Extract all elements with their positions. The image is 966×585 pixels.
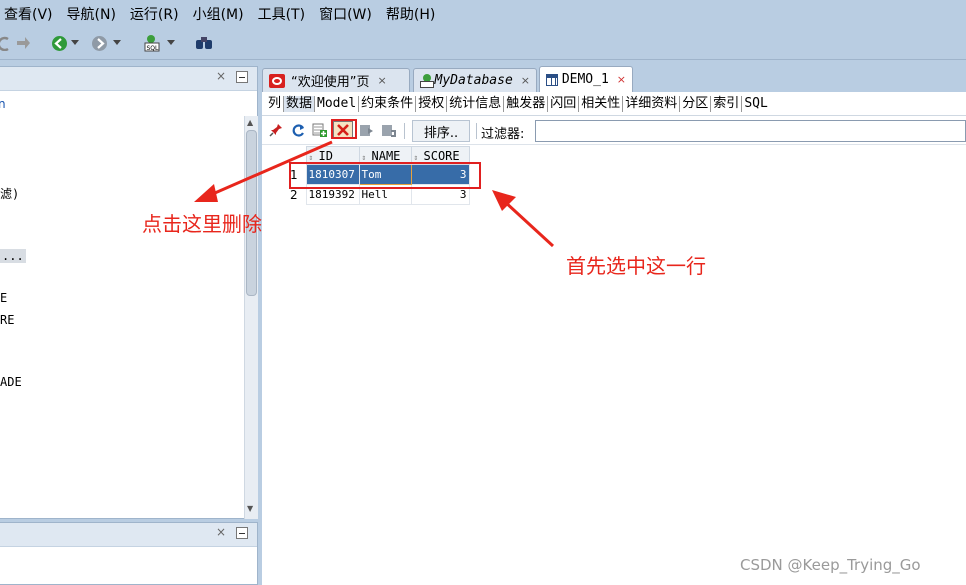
rollback-icon[interactable] bbox=[380, 122, 396, 138]
tab-mydatabase-label: MyDatabase bbox=[434, 73, 513, 88]
refresh-icon[interactable] bbox=[290, 122, 306, 138]
menu-run[interactable]: 运行(R) bbox=[130, 4, 179, 24]
back-icon[interactable] bbox=[50, 34, 68, 52]
sql-connection-icon bbox=[420, 73, 434, 88]
panel-header: × bbox=[0, 67, 257, 91]
filter-label: 过滤器: bbox=[481, 127, 525, 142]
tree-item-e[interactable]: E bbox=[0, 291, 7, 305]
panel-minimize-icon[interactable] bbox=[236, 71, 248, 83]
subtab-triggers[interactable]: 触发器 bbox=[504, 95, 549, 112]
menu-tools[interactable]: 工具(T) bbox=[258, 4, 305, 24]
sort-button[interactable]: 排序.. bbox=[412, 120, 470, 142]
csdn-watermark: CSDN @Keep_Trying_Go bbox=[740, 556, 921, 574]
delete-button-highlight-box bbox=[331, 119, 357, 139]
panel2-close-icon[interactable]: × bbox=[216, 525, 226, 539]
left-scrollbar[interactable]: ▲ ▼ bbox=[244, 116, 258, 519]
select-hint-annotation: 首先选中这一行 bbox=[566, 254, 706, 278]
subtab-flashback[interactable]: 闪回 bbox=[548, 95, 580, 112]
editor-area: “欢迎使用”页 × MyDatabase × DEMO_1 × 列 数据 Mod… bbox=[262, 60, 966, 585]
forward-icon[interactable] bbox=[90, 34, 108, 52]
menu-help[interactable]: 帮助(H) bbox=[386, 4, 435, 24]
subtab-indexes[interactable]: 索引 bbox=[711, 95, 743, 112]
tab-welcome-close-icon[interactable]: × bbox=[377, 74, 386, 87]
sort-arrows-icon: ⇕ bbox=[413, 152, 419, 162]
table-icon bbox=[546, 73, 558, 86]
delete-hint-annotation: 点击这里删除 bbox=[142, 212, 262, 236]
ide-window: 查看(V) 导航(N) 运行(R) 小组(M) 工具(T) 窗口(W) 帮助(H… bbox=[0, 0, 966, 585]
subtab-data[interactable]: 数据 bbox=[284, 95, 316, 112]
tree-item-filter[interactable]: 滤) bbox=[0, 185, 19, 202]
scroll-up-icon[interactable]: ▲ bbox=[247, 118, 253, 127]
subtab-statistics[interactable]: 统计信息 bbox=[447, 95, 505, 112]
subtab-grants[interactable]: 授权 bbox=[416, 95, 448, 112]
subtab-columns[interactable]: 列 bbox=[266, 95, 285, 112]
tree-item-ade[interactable]: ADE bbox=[0, 375, 22, 389]
subtab-details[interactable]: 详细资料 bbox=[623, 95, 681, 112]
tree-link[interactable]: n bbox=[0, 97, 6, 111]
undo-icon[interactable] bbox=[0, 34, 10, 52]
sql-dropdown-icon[interactable] bbox=[166, 38, 176, 48]
subtab-sql[interactable]: SQL bbox=[742, 96, 769, 112]
toolbar-divider bbox=[404, 123, 405, 139]
tree-item-re[interactable]: RE bbox=[0, 313, 14, 327]
panel-header-2: × bbox=[0, 523, 257, 547]
tab-welcome[interactable]: “欢迎使用”页 × bbox=[262, 68, 410, 92]
panel-close-icon[interactable]: × bbox=[216, 69, 226, 83]
panel2-minimize-icon[interactable] bbox=[236, 527, 248, 539]
subtab-partitions[interactable]: 分区 bbox=[680, 95, 712, 112]
toolbar-divider-2 bbox=[476, 123, 477, 139]
binoculars-icon[interactable] bbox=[194, 34, 214, 52]
svg-text:SQL: SQL bbox=[147, 45, 160, 52]
connections-panel: × n 滤) ... E RE ADE bbox=[0, 66, 258, 519]
menu-window[interactable]: 窗口(W) bbox=[319, 4, 372, 24]
back-dropdown-icon[interactable] bbox=[70, 38, 80, 48]
menu-team[interactable]: 小组(M) bbox=[193, 4, 244, 24]
insert-row-icon[interactable] bbox=[312, 121, 328, 139]
tab-welcome-label: “欢迎使用”页 bbox=[291, 75, 370, 90]
selected-row-highlight-box bbox=[289, 162, 481, 189]
forward-dropdown-icon[interactable] bbox=[112, 38, 122, 48]
tab-mydatabase[interactable]: MyDatabase × bbox=[413, 68, 537, 92]
menu-view[interactable]: 查看(V) bbox=[4, 4, 53, 24]
sort-arrows-icon: ⇕ bbox=[361, 152, 367, 162]
reports-panel: × bbox=[0, 522, 258, 585]
data-toolbar: 排序.. 过滤器: bbox=[262, 117, 966, 145]
subtab-constraints[interactable]: 约束条件 bbox=[359, 95, 417, 112]
oracle-icon bbox=[269, 73, 285, 88]
subtab-dependencies[interactable]: 相关性 bbox=[579, 95, 624, 112]
subtab-model[interactable]: Model bbox=[315, 95, 360, 112]
menu-bar: 查看(V) 导航(N) 运行(R) 小组(M) 工具(T) 窗口(W) 帮助(H… bbox=[0, 0, 966, 28]
tab-demo-1[interactable]: DEMO_1 × bbox=[539, 66, 633, 92]
editor-tabs: “欢迎使用”页 × MyDatabase × DEMO_1 × bbox=[262, 60, 966, 92]
redo-icon[interactable] bbox=[14, 34, 32, 52]
object-subtabs: 列 数据 Model 约束条件 授权 统计信息 触发器 闪回 相关性 详细资料 … bbox=[262, 92, 966, 116]
main-toolbar: SQL bbox=[0, 28, 966, 60]
sort-arrows-icon: ⇕ bbox=[308, 152, 314, 162]
tab-mydatabase-close-icon[interactable]: × bbox=[521, 74, 530, 87]
tree-item-selected[interactable]: ... bbox=[0, 249, 26, 263]
sql-worksheet-icon[interactable]: SQL bbox=[142, 33, 162, 53]
filter-input[interactable] bbox=[535, 120, 966, 142]
menu-navigate[interactable]: 导航(N) bbox=[67, 4, 116, 24]
pin-icon[interactable] bbox=[268, 122, 284, 138]
commit-icon[interactable] bbox=[358, 122, 374, 138]
tab-demo-1-label: DEMO_1 bbox=[561, 72, 609, 87]
scroll-down-icon[interactable]: ▼ bbox=[247, 504, 253, 513]
tab-demo-1-close-icon[interactable]: × bbox=[617, 73, 626, 86]
